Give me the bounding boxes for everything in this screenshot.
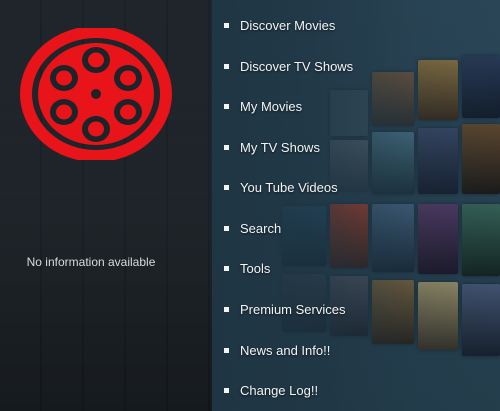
square-bullet-icon: [224, 387, 229, 393]
menu-item-news-and-info[interactable]: News and Info!!: [224, 339, 330, 361]
menu-item-discover-tv-shows[interactable]: Discover TV Shows: [224, 55, 353, 77]
menu-item-my-movies[interactable]: My Movies: [224, 95, 302, 117]
square-bullet-icon: [224, 184, 229, 190]
menu-item-label: My TV Shows: [240, 139, 320, 155]
square-bullet-icon: [224, 306, 229, 312]
square-bullet-icon: [224, 103, 229, 109]
menu-item-change-log[interactable]: Change Log!!: [224, 379, 318, 401]
menu-panel: Discover Movies Discover TV Shows My Mov…: [212, 0, 500, 411]
menu-item-label: Tools: [240, 260, 271, 276]
menu-item-search[interactable]: Search: [224, 217, 281, 239]
square-bullet-icon: [224, 347, 229, 353]
addon-info-panel: No information available: [0, 0, 212, 411]
menu-item-label: Discover TV Shows: [240, 58, 354, 74]
menu-item-label: My Movies: [240, 98, 303, 114]
menu-item-label: Search: [240, 220, 282, 236]
square-bullet-icon: [224, 22, 229, 28]
square-bullet-icon: [224, 144, 229, 150]
menu-item-label: Change Log!!: [240, 382, 319, 398]
film-reel-icon: [20, 28, 172, 160]
no-info-text: No information available: [26, 255, 156, 269]
menu-item-premium-services[interactable]: Premium Services: [224, 298, 345, 320]
menu-item-discover-movies[interactable]: Discover Movies: [224, 14, 335, 36]
menu-item-youtube-videos[interactable]: You Tube Videos: [224, 176, 338, 198]
square-bullet-icon: [224, 225, 229, 231]
menu-item-label: You Tube Videos: [240, 179, 338, 195]
square-bullet-icon: [224, 63, 229, 69]
menu-item-label: Premium Services: [240, 301, 346, 317]
menu-item-my-tv-shows[interactable]: My TV Shows: [224, 136, 320, 158]
menu-item-tools[interactable]: Tools: [224, 257, 270, 279]
menu-item-label: News and Info!!: [240, 342, 331, 358]
menu-item-label: Discover Movies: [240, 17, 336, 33]
square-bullet-icon: [224, 265, 229, 271]
